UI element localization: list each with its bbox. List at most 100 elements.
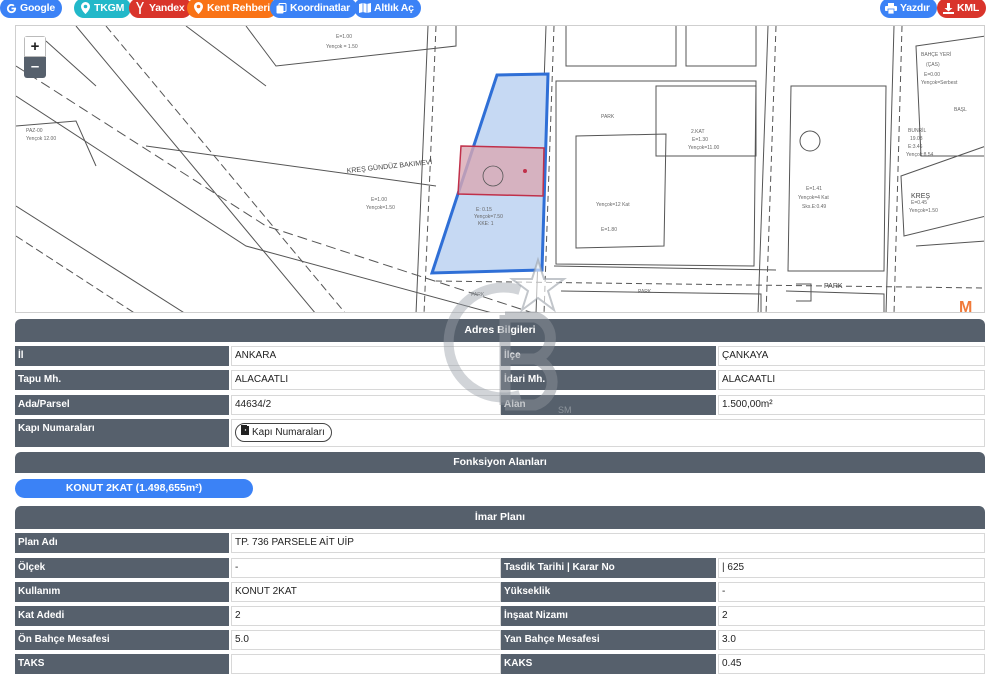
olcek-value: -	[231, 558, 501, 578]
kres-label: KREŞ GÜNDÜZ BAKIMEVİ	[346, 157, 432, 175]
yazdir-label: Yazdır	[900, 2, 930, 14]
insaat-nizami-value: 2	[718, 606, 985, 626]
svg-text:2.KAT: 2.KAT	[691, 129, 705, 135]
svg-text:BAHÇE YERİ: BAHÇE YERİ	[921, 51, 951, 58]
yukseklik-label: Yükseklik	[501, 582, 716, 602]
svg-text:PAZ-00: PAZ-00	[26, 128, 43, 134]
insaat-nizami-label: İnşaat Nizamı	[501, 606, 716, 626]
altlik-ac-label: Altlık Aç	[374, 2, 414, 14]
svg-text:Yençok=12 Kat: Yençok=12 Kat	[596, 202, 630, 208]
svg-text:KKE: 1: KKE: 1	[478, 221, 494, 227]
idari-value: ALACAATLI	[718, 370, 985, 390]
svg-text:E=0.00: E=0.00	[924, 72, 940, 78]
yazdir-button[interactable]: Yazdır	[880, 0, 937, 18]
plan-adi-label: Plan Adı	[15, 533, 229, 553]
kat-adedi-value: 2	[231, 606, 501, 626]
fonksiyon-section-header: Fonksiyon Alanları	[15, 452, 985, 473]
kaks-label: KAKS	[501, 654, 716, 674]
tkgm-label: TKGM	[94, 2, 125, 14]
kent-rehberi-label: Kent Rehberi	[207, 2, 270, 14]
map-canvas: E=1.00 Yençok = 1.50 PAZ-00 Yençok 12.00…	[16, 26, 984, 313]
svg-text:E=1.80: E=1.80	[601, 227, 617, 233]
svg-text:Yençok:8.54: Yençok:8.54	[906, 152, 934, 158]
alan-value: 1.500,00m²	[718, 395, 985, 415]
kapi-numaralari-button[interactable]: Kapı Numaraları	[235, 423, 332, 442]
kml-button[interactable]: KML	[937, 0, 987, 18]
google-icon	[5, 2, 17, 14]
on-bahce-value: 5.0	[231, 630, 501, 650]
yandex-button[interactable]: Yandex	[129, 0, 192, 18]
plan-adi-value: TP. 736 PARSELE AİT UİP	[231, 533, 985, 553]
parcel-map[interactable]: E=1.00 Yençok = 1.50 PAZ-00 Yençok 12.00…	[15, 25, 985, 313]
svg-text:Yençok=1.50: Yençok=1.50	[909, 208, 938, 214]
il-value: ANKARA	[231, 346, 501, 366]
svg-text:E=0.45: E=0.45	[911, 200, 927, 206]
google-button[interactable]: Google	[0, 0, 62, 18]
svg-text:E:3.46: E:3.46	[908, 144, 923, 150]
svg-text:Yençok=Serbest: Yençok=Serbest	[921, 80, 958, 86]
yandex-icon	[134, 2, 146, 14]
ilce-value: ÇANKAYA	[718, 346, 985, 366]
copy-icon	[275, 2, 287, 14]
tkgm-button[interactable]: TKGM	[74, 0, 132, 18]
park-label: PARK	[824, 283, 843, 290]
adres-section-header: Adres Bilgileri	[15, 319, 985, 342]
svg-text:E: 0.15: E: 0.15	[476, 207, 492, 213]
zoom-out-button[interactable]: –	[24, 57, 46, 78]
kaks-value: 0.45	[718, 654, 985, 674]
adres-row-ada: Ada/Parsel 44634/2 Alan 1.500,00m²	[15, 395, 985, 415]
fonksiyon-item[interactable]: KONUT 2KAT (1.498,655m²)	[15, 479, 253, 498]
imar-row-plan: Plan Adı TP. 736 PARSELE AİT UİP	[15, 533, 985, 553]
taks-value	[231, 654, 501, 674]
imar-row-olcek: Ölçek - Tasdik Tarihi | Karar No | 625	[15, 558, 985, 578]
map-logo: M	[959, 299, 972, 313]
kullanim-value: KONUT 2KAT	[231, 582, 501, 602]
kml-label: KML	[957, 2, 980, 14]
google-label: Google	[20, 2, 55, 14]
koordinatlar-button[interactable]: Koordinatlar	[270, 0, 358, 18]
svg-text:PARK: PARK	[638, 289, 652, 295]
on-bahce-label: Ön Bahçe Mesafesi	[15, 630, 229, 650]
imar-row-taks: TAKS KAKS 0.45	[15, 654, 985, 674]
imar-row-kat: Kat Adedi 2 İnşaat Nizamı 2	[15, 606, 985, 626]
kent-rehberi-button[interactable]: Kent Rehberi	[187, 0, 277, 18]
svg-text:E=1.00: E=1.00	[336, 34, 352, 40]
map-marker-icon	[192, 2, 204, 14]
ilce-label: İlçe	[501, 346, 716, 366]
kullanim-label: Kullanım	[15, 582, 229, 602]
koordinatlar-label: Koordinatlar	[290, 2, 351, 14]
yukseklik-value: -	[718, 582, 985, 602]
yan-bahce-value: 3.0	[718, 630, 985, 650]
download-icon	[942, 2, 954, 14]
tapu-label: Tapu Mh.	[15, 370, 229, 390]
map-marker-icon	[79, 2, 91, 14]
map-toolbar: Google TKGM Yandex Kent Rehberi Koordina…	[0, 0, 1000, 20]
taks-label: TAKS	[15, 654, 229, 674]
svg-text:PARK: PARK	[601, 114, 615, 120]
adres-row-tapu: Tapu Mh. ALACAATLI İdari Mh. ALACAATLI	[15, 370, 985, 390]
yan-bahce-label: Yan Bahçe Mesafesi	[501, 630, 716, 650]
ada-value: 44634/2	[231, 395, 501, 415]
svg-text:(ÇAS): (ÇAS)	[926, 62, 940, 68]
svg-text:E=1.00: E=1.00	[371, 197, 387, 203]
adres-row-kapi: Kapı Numaraları Kapı Numaraları	[15, 419, 985, 447]
kapi-numaralari-button-label: Kapı Numaraları	[252, 427, 325, 438]
imar-row-bahce: Ön Bahçe Mesafesi 5.0 Yan Bahçe Mesafesi…	[15, 630, 985, 650]
kres2-label: KREŞ	[911, 193, 930, 200]
zoom-in-button[interactable]: +	[24, 36, 46, 57]
door-icon	[240, 424, 250, 441]
altlik-ac-button[interactable]: Altlık Aç	[354, 0, 421, 18]
adres-row-il: İl ANKARA İlçe ÇANKAYA	[15, 346, 985, 366]
svg-text:Yençok=7.50: Yençok=7.50	[474, 214, 503, 220]
svg-text:Sks.E:0.49: Sks.E:0.49	[802, 204, 826, 210]
tasdik-label: Tasdik Tarihi | Karar No	[501, 558, 716, 578]
olcek-label: Ölçek	[15, 558, 229, 578]
svg-text:E=1.41: E=1.41	[806, 186, 822, 192]
tapu-value: ALACAATLI	[231, 370, 501, 390]
kat-adedi-label: Kat Adedi	[15, 606, 229, 626]
svg-text:Yençok=11.00: Yençok=11.00	[688, 145, 719, 151]
svg-text:Yençok=4 Kat: Yençok=4 Kat	[798, 195, 829, 201]
imar-section-header: İmar Planı	[15, 506, 985, 529]
yandex-label: Yandex	[149, 2, 185, 14]
map-icon	[359, 2, 371, 14]
